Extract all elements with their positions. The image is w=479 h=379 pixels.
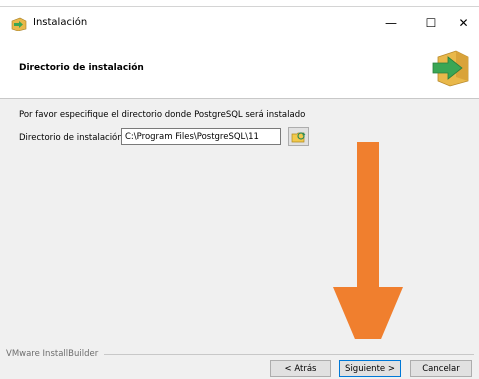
maximize-button[interactable]: ☐ bbox=[411, 10, 451, 36]
page-title: Directorio de instalación bbox=[19, 63, 144, 73]
content-area: Por favor especifique el directorio dond… bbox=[0, 99, 479, 339]
close-icon: ✕ bbox=[458, 16, 469, 30]
footer-divider bbox=[104, 354, 474, 355]
maximize-icon: ☐ bbox=[425, 16, 437, 30]
installer-app-icon bbox=[11, 17, 27, 31]
next-button[interactable]: Siguiente > bbox=[339, 360, 401, 377]
window-top-edge bbox=[0, 0, 479, 7]
window-title: Instalación bbox=[33, 17, 88, 28]
folder-browse-icon bbox=[291, 132, 306, 143]
directory-input[interactable] bbox=[121, 128, 281, 145]
installer-arrow-box-icon bbox=[432, 50, 469, 87]
footer-bar bbox=[0, 339, 479, 379]
orange-down-arrow bbox=[333, 142, 403, 370]
title-bar: Instalación — ☐ ✕ bbox=[0, 7, 479, 39]
minimize-icon: — bbox=[385, 16, 397, 30]
back-button[interactable]: < Atrás bbox=[270, 360, 331, 377]
cancel-button[interactable]: Cancelar bbox=[410, 360, 472, 377]
close-button[interactable]: ✕ bbox=[448, 10, 479, 36]
install-description: Por favor especifique el directorio dond… bbox=[19, 110, 306, 120]
minimize-button[interactable]: — bbox=[371, 10, 411, 36]
installbuilder-brand: VMware InstallBuilder bbox=[6, 349, 103, 359]
page-header: Directorio de instalación bbox=[0, 39, 479, 99]
browse-button[interactable] bbox=[288, 127, 309, 146]
directory-label: Directorio de instalación bbox=[19, 133, 123, 143]
